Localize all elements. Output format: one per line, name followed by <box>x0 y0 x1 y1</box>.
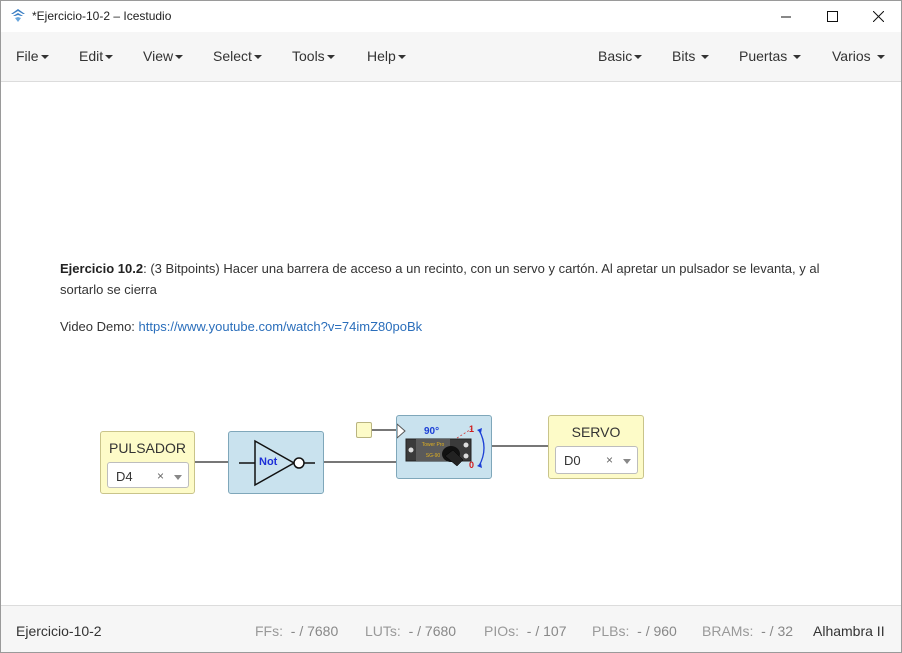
output-pin-select[interactable]: D0 × <box>555 446 638 474</box>
stat-pios: PIOs: - / 107 <box>484 623 567 639</box>
servo-config-input[interactable] <box>356 422 372 438</box>
menu-basic[interactable]: Basic <box>598 48 643 64</box>
caret-down-icon <box>701 55 710 60</box>
wire-servo-output[interactable] <box>491 445 549 447</box>
caret-down-icon <box>793 55 802 60</box>
caret-down-icon <box>397 55 406 60</box>
clear-icon[interactable]: × <box>157 469 164 483</box>
menu-puertas[interactable]: Puertas <box>739 48 802 64</box>
dropdown-arrow-icon <box>174 475 182 480</box>
menu-file[interactable]: File <box>16 48 49 64</box>
menu-tools[interactable]: Tools <box>292 48 335 64</box>
minimize-button[interactable] <box>763 1 809 32</box>
servo-min-label: 0 <box>469 460 475 470</box>
minimize-icon <box>780 16 791 18</box>
menu-view[interactable]: View <box>143 48 184 64</box>
caret-down-icon <box>326 55 335 60</box>
caret-down-icon <box>175 55 184 60</box>
input-label: PULSADOR <box>108 440 187 456</box>
demo-label: Video Demo: <box>60 319 139 334</box>
wire-not-servo[interactable] <box>323 461 397 463</box>
caret-down-icon <box>105 55 114 60</box>
exercise-title: Ejercicio 10.2 <box>60 261 144 276</box>
output-pin-value: D0 <box>564 453 581 468</box>
close-button[interactable] <box>855 1 901 32</box>
wire-pulsador-not[interactable] <box>195 461 229 463</box>
icestudio-logo-icon <box>11 9 25 22</box>
demo-line: Video Demo: https://www.youtube.com/watc… <box>60 316 820 337</box>
servo-block[interactable]: 90° Tower Pro SG-90 1 0 <box>396 415 492 479</box>
output-block-servo[interactable]: SERVO D0 × <box>548 415 644 479</box>
menu-bits[interactable]: Bits <box>672 48 710 64</box>
exercise-description: Ejercicio 10.2: (3 Bitpoints) Hacer una … <box>60 258 820 300</box>
stat-ffs: FFs: - / 7680 <box>255 623 339 639</box>
caret-down-icon <box>40 55 49 60</box>
input-pin-select[interactable]: D4 × <box>107 462 189 488</box>
servo-max-label: 1 <box>469 424 475 434</box>
servo-brand: Tower Pro <box>421 442 445 448</box>
dropdown-arrow-icon <box>623 459 631 464</box>
caret-down-icon <box>634 55 643 60</box>
input-pin-value: D4 <box>116 469 133 484</box>
menu-varios[interactable]: Varios <box>832 48 885 64</box>
wire-config-servo[interactable] <box>372 429 397 431</box>
menu-edit[interactable]: Edit <box>79 48 114 64</box>
servo-model: SG-90 <box>425 453 441 459</box>
design-canvas[interactable]: Ejercicio 10.2: (3 Bitpoints) Hacer una … <box>1 83 901 605</box>
title-bar: *Ejercicio-10-2 – Icestudio <box>1 1 901 32</box>
board-name[interactable]: Alhambra II <box>813 623 885 639</box>
not-gate-label: Not <box>259 456 278 468</box>
demo-link[interactable]: https://www.youtube.com/watch?v=74imZ80p… <box>139 319 423 334</box>
stat-plbs: PLBs: - / 960 <box>592 623 677 639</box>
stat-brams: BRAMs: - / 32 <box>702 623 794 639</box>
servo-motor-icon <box>396 422 485 468</box>
project-name: Ejercicio-10-2 <box>16 623 102 639</box>
close-icon <box>872 11 884 22</box>
exercise-text: : (3 Bitpoints) Hacer una barrera de acc… <box>60 261 820 297</box>
input-block-pulsador[interactable]: PULSADOR D4 × <box>100 431 195 494</box>
servo-angle: 90° <box>424 426 440 437</box>
status-bar: Ejercicio-10-2 FFs: - / 7680 LUTs: - / 7… <box>1 605 901 652</box>
info-comment[interactable]: Ejercicio 10.2: (3 Bitpoints) Hacer una … <box>60 258 820 337</box>
stat-luts: LUTs: - / 7680 <box>365 623 457 639</box>
caret-down-icon <box>253 55 262 60</box>
clear-icon[interactable]: × <box>606 453 613 467</box>
output-label: SERVO <box>571 424 621 440</box>
caret-down-icon <box>876 55 885 60</box>
window-title: *Ejercicio-10-2 – Icestudio <box>32 9 172 23</box>
menu-help[interactable]: Help <box>367 48 406 64</box>
menu-bar: File Edit View Select Tools Help Basic B… <box>1 32 901 82</box>
app-window: *Ejercicio-10-2 – Icestudio File Edit Vi… <box>0 0 902 653</box>
menu-select[interactable]: Select <box>213 48 262 64</box>
not-gate-block[interactable]: Not <box>228 431 324 494</box>
maximize-button[interactable] <box>809 1 855 32</box>
maximize-icon <box>826 11 838 22</box>
